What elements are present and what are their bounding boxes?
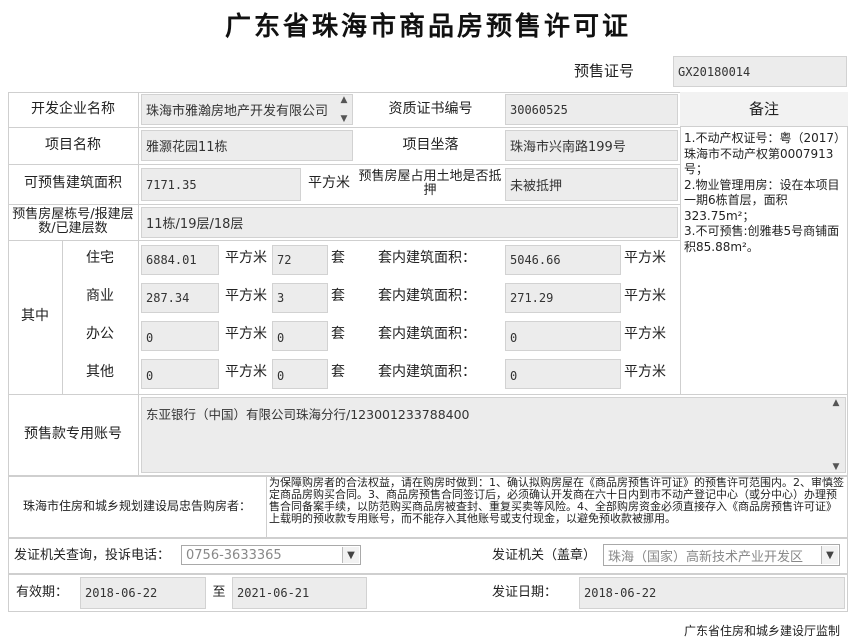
building-floors-label: 预售房屋栋号/报建层数/已建层数 (12, 206, 134, 236)
developer-field: 珠海市雅瀚房地产开发有限公司 (141, 94, 353, 125)
divider (680, 92, 681, 394)
inquiry-phone-select[interactable]: 0756-3633365 ▼ (181, 545, 361, 565)
row-type-office: 办公 (86, 326, 114, 343)
residential-area-field: 6884.01 (141, 245, 219, 275)
inner-area-label: 套内建筑面积： (378, 364, 476, 381)
remark-item: 3.不可预售:创雅巷5号商铺面积85.88m²。 (684, 224, 840, 254)
breakdown-label: 其中 (21, 308, 49, 325)
developer-scrollbar[interactable]: ▲ ▼ (336, 95, 352, 124)
page-title: 广东省珠海市商品房预售许可证 (224, 12, 631, 42)
saleable-area-label: 可预售建筑面积 (24, 175, 122, 192)
footer-text: 广东省住房和城乡建设厅监制 (683, 624, 840, 638)
inner-area-label: 套内建筑面积： (378, 288, 476, 305)
row-type-commercial: 商业 (86, 288, 114, 305)
area-unit-label: 平方米 (225, 288, 267, 305)
account-field: 东亚银行（中国）有限公司珠海分行/123001233788400 (141, 397, 846, 473)
project-location-field: 珠海市兴南路199号 (505, 130, 678, 161)
land-mortgage-field: 未被抵押 (505, 168, 678, 201)
area-unit-label: 平方米 (624, 326, 666, 343)
inner-area-label: 套内建筑面积： (378, 326, 476, 343)
residential-inner-area-field: 5046.66 (505, 245, 621, 275)
row-type-residential: 住宅 (86, 250, 114, 267)
divider (266, 476, 267, 538)
area-unit-label: 平方米 (225, 326, 267, 343)
cert-field: 30060525 (505, 94, 678, 125)
residential-count-field: 72 (272, 245, 328, 275)
commercial-area-field: 287.34 (141, 283, 219, 313)
validity-to-label: 至 (212, 584, 226, 600)
validity-to-field: 2021-06-21 (232, 577, 367, 609)
count-unit-label: 套 (331, 326, 345, 343)
office-inner-area-field: 0 (505, 321, 621, 351)
chevron-up-icon[interactable]: ▲ (341, 95, 348, 105)
chevron-down-icon[interactable]: ▼ (821, 546, 838, 564)
project-name-label: 项目名称 (45, 136, 101, 153)
notice-text: 为保障购房者的合法权益，请在购房时做到：1、确认拟购房屋在《商品房预售许可证》的… (269, 477, 844, 525)
issue-date-label: 发证日期： (492, 584, 558, 600)
area-unit-label: 平方米 (624, 288, 666, 305)
commercial-count-field: 3 (272, 283, 328, 313)
chevron-down-icon[interactable]: ▼ (341, 114, 348, 124)
remarks-header: 备注 (680, 92, 848, 126)
chevron-up-icon[interactable]: ▲ (833, 398, 840, 408)
issue-date-field: 2018-06-22 (579, 577, 845, 609)
other-area-field: 0 (141, 359, 219, 389)
count-unit-label: 套 (331, 364, 345, 381)
saleable-area-field: 7171.35 (141, 168, 301, 201)
row-type-other: 其他 (86, 364, 114, 381)
remark-item: 1.不动产权证号：粤（2017）珠海市不动产权第0007913号； (684, 131, 840, 176)
notice-label: 珠海市住房和城乡规划建设局忠告购房者： (22, 499, 251, 514)
validity-from-field: 2018-06-22 (80, 577, 206, 609)
land-mortgage-label: 预售房屋占用土地是否抵押 (358, 168, 502, 198)
chevron-down-icon[interactable]: ▼ (342, 547, 359, 563)
developer-label: 开发企业名称 (31, 100, 115, 117)
count-unit-label: 套 (331, 288, 345, 305)
account-scrollbar[interactable]: ▲ ▼ (828, 398, 844, 472)
area-unit-label: 平方米 (624, 250, 666, 267)
issuer-label: 发证机关（盖章） (492, 547, 597, 563)
validity-label: 有效期： (15, 584, 68, 600)
other-count-field: 0 (272, 359, 328, 389)
issuer-value: 珠海（国家）高新技术产业开发区 (608, 549, 804, 565)
permit-number-field: GX20180014 (673, 56, 847, 87)
area-unit-label: 平方米 (624, 364, 666, 381)
inquiry-phone-value: 0756-3633365 (186, 547, 282, 563)
cert-label: 资质证书编号 (388, 100, 473, 117)
inquiry-label: 发证机关查询，投诉电话： (14, 547, 171, 563)
project-location-label: 项目坐落 (402, 136, 459, 153)
permit-number-label: 预售证号 (573, 61, 634, 80)
inner-area-label: 套内建筑面积： (378, 250, 476, 267)
area-unit-label: 平方米 (225, 250, 267, 267)
divider (680, 126, 848, 127)
office-count-field: 0 (272, 321, 328, 351)
office-area-field: 0 (141, 321, 219, 351)
area-unit-label: 平方米 (308, 175, 350, 192)
building-floors-field: 11栋/19层/18层 (141, 207, 678, 238)
area-unit-label: 平方米 (225, 364, 267, 381)
count-unit-label: 套 (331, 250, 345, 267)
commercial-inner-area-field: 271.29 (505, 283, 621, 313)
divider (138, 92, 139, 476)
issuer-select[interactable]: 珠海（国家）高新技术产业开发区 ▼ (603, 544, 840, 566)
account-label: 预售款专用账号 (24, 426, 122, 443)
chevron-down-icon[interactable]: ▼ (833, 462, 840, 472)
remark-item: 2.物业管理用房：设在本项目一期6栋首层，面积323.75m²； (684, 177, 840, 223)
other-inner-area-field: 0 (505, 359, 621, 389)
remarks-panel: 1.不动产权证号：粤（2017）珠海市不动产权第0007913号； 2.物业管理… (684, 131, 844, 391)
project-name-field: 雅灏花园11栋 (141, 130, 353, 161)
